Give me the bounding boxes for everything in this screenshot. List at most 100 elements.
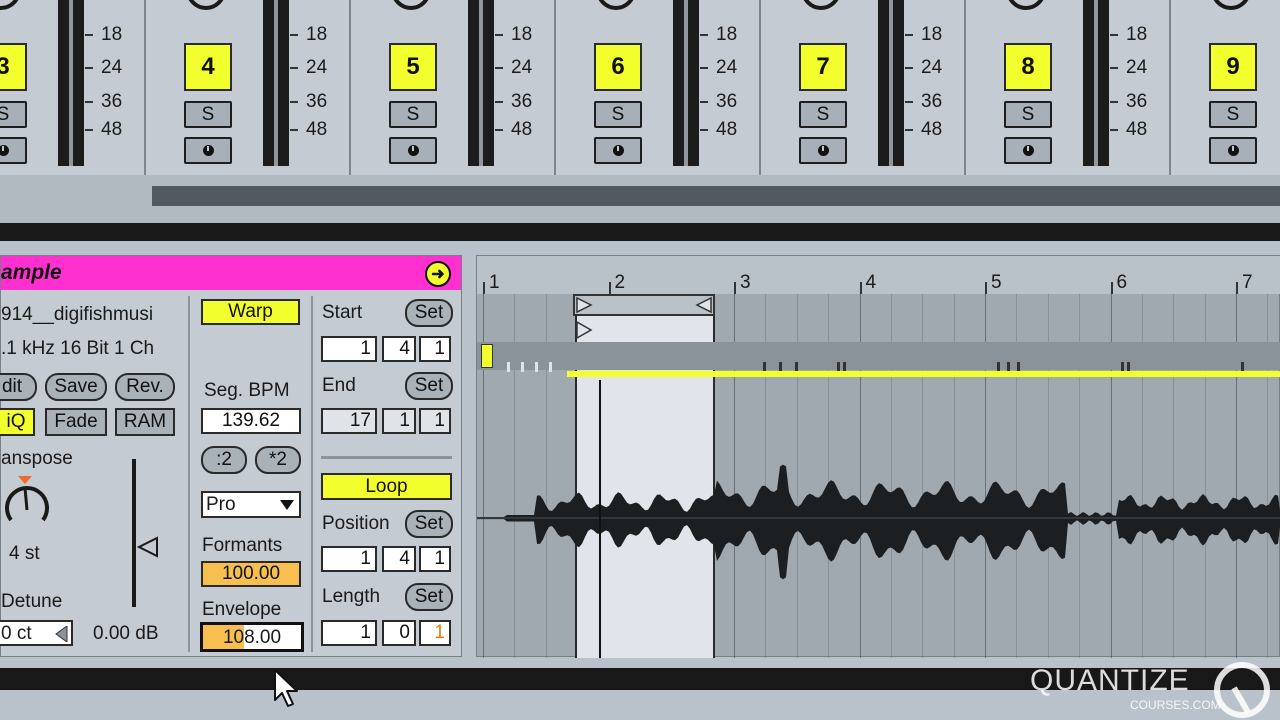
track-activator-button[interactable]: 6 (594, 43, 642, 91)
sample-hotswap-arrow-icon[interactable]: ➜ (425, 261, 451, 287)
pan-knob-icon[interactable] (797, 0, 845, 24)
meter-scale-value: 24 (101, 57, 123, 78)
meter-scale-value: 36 (921, 91, 943, 112)
position-bar-field[interactable]: 1 (321, 546, 377, 572)
warp-marker-strip[interactable] (477, 342, 1280, 372)
cue-button[interactable] (1004, 137, 1052, 164)
loop-button[interactable]: Loop (321, 473, 452, 500)
headphone-icon (202, 145, 214, 156)
track-activator-button[interactable]: 5 (389, 43, 437, 91)
gain-slider-track[interactable] (132, 459, 136, 607)
gain-slider-handle-icon[interactable] (137, 536, 159, 558)
solo-button[interactable]: S (594, 101, 642, 128)
detune-field[interactable]: 0 ct (0, 620, 73, 646)
halve-bpm-button[interactable]: :2 (201, 446, 247, 474)
meter-scale-label: 36 (495, 91, 553, 113)
position-sixteenth-field[interactable]: 1 (419, 546, 451, 572)
pan-knob-icon[interactable] (1207, 0, 1255, 24)
bar-tick (859, 282, 862, 294)
track-activator-button[interactable]: 9 (1209, 43, 1257, 91)
start-beat-field[interactable]: 4 (382, 336, 416, 362)
warp-marker[interactable] (549, 362, 552, 372)
position-beat-field[interactable]: 4 (382, 546, 416, 572)
loop-brace[interactable] (573, 294, 715, 316)
length-set-button[interactable]: Set (405, 583, 453, 611)
warp-mode-value: Pro (206, 494, 236, 515)
end-sixteenth-field[interactable]: 1 (419, 408, 451, 434)
transpose-knob-icon[interactable] (1, 474, 57, 536)
pan-knob-icon[interactable] (592, 0, 640, 24)
pan-knob-icon[interactable] (0, 0, 25, 24)
loop-start-flag-icon[interactable] (575, 296, 593, 314)
solo-label: S (406, 103, 420, 125)
cue-button[interactable] (594, 137, 642, 164)
bar-number: 1 (489, 272, 500, 293)
save-button[interactable]: Save (45, 373, 107, 401)
solo-button[interactable]: S (1004, 101, 1052, 128)
solo-button[interactable]: S (1209, 101, 1257, 128)
start-marker-flag-icon[interactable] (575, 320, 593, 340)
track-activator-button[interactable]: 4 (184, 43, 232, 91)
meter-scale-label: 36 (905, 91, 963, 113)
bar-tick (734, 282, 736, 294)
pan-knob-icon[interactable] (182, 0, 230, 24)
level-meter (1083, 0, 1109, 166)
edit-button[interactable]: dit (0, 373, 37, 401)
headphone-icon (1022, 145, 1034, 156)
end-beat-field[interactable]: 1 (382, 408, 416, 434)
envelope-field[interactable]: 108.00 (200, 622, 304, 652)
warp-button[interactable]: Warp (201, 299, 300, 325)
meter-scale-value: 48 (921, 119, 943, 140)
warp-marker[interactable] (507, 362, 510, 372)
track-activator-button[interactable]: 7 (799, 43, 847, 91)
formants-field[interactable]: 100.00 (201, 561, 301, 587)
cue-button[interactable] (184, 137, 232, 164)
meter-scale-value: 36 (511, 91, 533, 112)
detune-arrow-icon (55, 626, 68, 642)
start-set-button[interactable]: Set (405, 299, 453, 327)
pan-knob-icon[interactable] (1002, 0, 1050, 24)
length-label: Length (322, 586, 381, 607)
warp-marker[interactable] (521, 362, 524, 372)
cue-button[interactable] (0, 137, 27, 164)
start-bar-field[interactable]: 1 (321, 336, 377, 362)
end-bar-field[interactable]: 17 (321, 408, 377, 434)
length-bar-field[interactable]: 1 (321, 620, 377, 646)
track-activator-button[interactable]: 8 (1004, 43, 1052, 91)
reverse-button[interactable]: Rev. (115, 373, 175, 401)
track-number: 3 (0, 53, 10, 80)
warp-marker[interactable] (535, 362, 538, 372)
cue-button[interactable] (389, 137, 437, 164)
bar-number: 4 (865, 272, 877, 293)
seg-bpm-field[interactable]: 139.62 (201, 408, 301, 434)
solo-button[interactable]: S (184, 101, 232, 128)
clip-waveform-view[interactable]: 1 2 3 4 5 6 7 (476, 255, 1280, 658)
warp-mode-select[interactable]: Pro (201, 491, 301, 518)
solo-button[interactable]: S (0, 101, 27, 128)
end-beat-value: 1 (399, 410, 410, 431)
cue-button[interactable] (1209, 137, 1257, 164)
start-sixteenth-field[interactable]: 1 (419, 336, 451, 362)
track-activator-button[interactable]: 3 (0, 43, 27, 91)
ram-button[interactable]: RAM (115, 408, 175, 436)
detune-value: 0 ct (1, 623, 32, 644)
pan-knob-icon[interactable] (387, 0, 435, 24)
cue-button[interactable] (799, 137, 847, 164)
hiq-button[interactable]: iQ (0, 408, 35, 436)
end-set-button[interactable]: Set (405, 372, 453, 400)
meter-scale-label: 48 (495, 119, 553, 141)
solo-button[interactable]: S (389, 101, 437, 128)
mixer-scrollbar[interactable] (152, 186, 1280, 206)
position-bar-value: 1 (360, 548, 371, 569)
length-sixteenth-field[interactable]: 1 (419, 620, 451, 646)
section-separator (0, 223, 1280, 241)
length-beat-field[interactable]: 0 (382, 620, 416, 646)
loop-end-flag-icon[interactable] (695, 296, 713, 314)
level-meter (468, 0, 494, 166)
double-bpm-button[interactable]: *2 (255, 446, 301, 474)
sample-start-marker[interactable] (481, 344, 493, 368)
position-set-button[interactable]: Set (405, 510, 453, 538)
beat-time-ruler[interactable]: 1 2 3 4 5 6 7 (477, 256, 1280, 294)
solo-button[interactable]: S (799, 101, 847, 128)
fade-button[interactable]: Fade (45, 408, 107, 436)
